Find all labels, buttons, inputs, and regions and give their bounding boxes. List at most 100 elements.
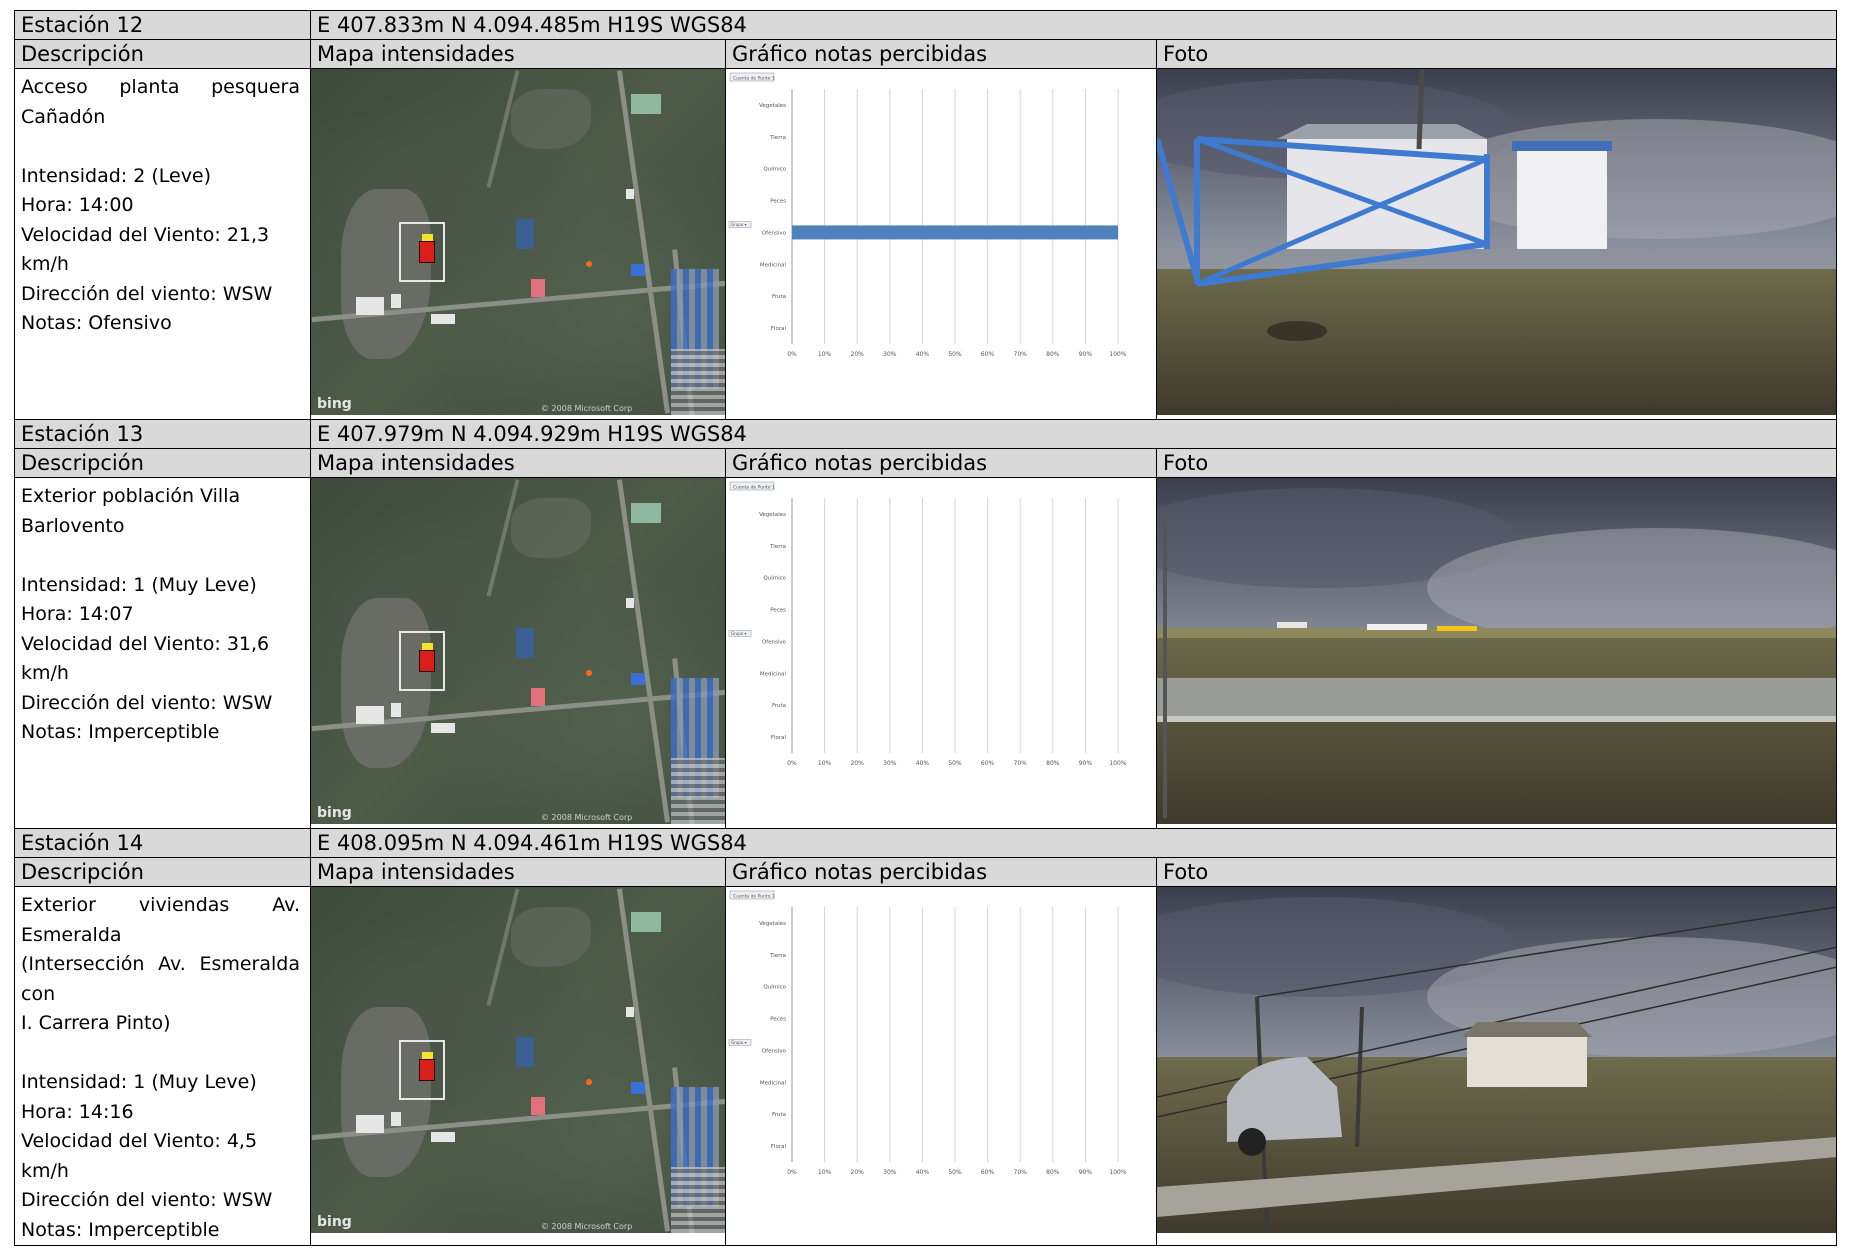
bing-logo: bing — [317, 396, 352, 412]
map-copyright: © 2008 Microsoft Corp — [541, 404, 633, 413]
x-tick-label: 30% — [883, 351, 897, 358]
x-tick-label: 20% — [851, 1169, 865, 1176]
category-label: Vegetales — [759, 103, 786, 109]
station-coordinates: E 407.833m N 4.094.485m H19S WGS84 — [310, 10, 1837, 40]
category-label: Ofensivo — [762, 230, 787, 236]
station-table: Estación 14 E 408.095m N 4.094.461m H19S… — [14, 828, 1837, 1246]
time-text: Hora: 14:16 — [21, 1100, 134, 1123]
category-label: Ofensivo — [762, 1048, 787, 1054]
description-line: Acceso planta pesquera Cañadón — [21, 76, 300, 128]
header-mapa: Mapa intensidades — [310, 39, 726, 69]
x-tick-label: 10% — [818, 351, 832, 358]
x-tick-label: 10% — [818, 760, 832, 767]
notes-text: Notas: Ofensivo — [21, 312, 172, 334]
x-tick-label: 100% — [1109, 351, 1126, 358]
chart-background — [726, 69, 1156, 415]
notes-text: Notas: Imperceptible — [21, 721, 220, 743]
header-foto: Foto — [1156, 857, 1837, 887]
satellite-map-image: bing © 2008 Microsoft Corp — [311, 887, 725, 1233]
notes-text: Notas: Imperceptible — [21, 1218, 220, 1241]
category-label: Ofensivo — [762, 639, 787, 645]
photo-cell — [1156, 68, 1837, 420]
category-label: Fruta — [772, 294, 786, 300]
map-cell: bing © 2008 Microsoft Corp — [310, 886, 726, 1246]
x-tick-label: 70% — [1014, 351, 1028, 358]
x-tick-label: 50% — [948, 351, 962, 358]
station-table: Estación 12 E 407.833m N 4.094.485m H19S… — [14, 10, 1837, 420]
category-label: Fruta — [772, 703, 786, 709]
wind-direction-text: Dirección del viento: WSW — [21, 282, 273, 305]
satellite-map-image: bing © 2008 Microsoft Corp — [311, 478, 725, 824]
category-label: Químico — [763, 166, 786, 173]
x-tick-label: 100% — [1109, 1169, 1126, 1176]
x-tick-label: 0% — [787, 760, 797, 767]
header-grafico: Gráfico notas percibidas — [725, 39, 1157, 69]
time-text: Hora: 14:00 — [21, 194, 134, 216]
x-tick-label: 70% — [1014, 1169, 1028, 1176]
bar — [792, 225, 1118, 240]
category-label: Peces — [770, 1017, 786, 1023]
satellite-map-image: bing © 2008 Microsoft Corp — [311, 69, 725, 415]
category-label: Tierra — [769, 135, 786, 141]
site-photo — [1157, 887, 1836, 1233]
photo-cell — [1156, 886, 1837, 1246]
category-label: Medicinal — [760, 671, 787, 677]
description-line: (Intersección Av. Esmeralda con — [21, 953, 300, 1005]
map-cell: bing © 2008 Microsoft Corp — [310, 68, 726, 420]
map-cell: bing © 2008 Microsoft Corp — [310, 477, 726, 829]
field-button-label: Cuenta de Punto 1 — [733, 76, 775, 82]
x-tick-label: 40% — [916, 760, 930, 767]
station-coordinates: E 407.979m N 4.094.929m H19S WGS84 — [310, 419, 1837, 449]
field-button-label: Cuenta de Punto 1 — [733, 485, 775, 491]
category-label: Medicinal — [760, 262, 787, 268]
x-tick-label: 80% — [1046, 760, 1060, 767]
station-title: Estación 14 — [14, 828, 311, 858]
description-line: Exterior población Villa — [21, 485, 241, 507]
header-descripcion: Descripción — [14, 448, 311, 478]
chart-cell: Cuenta de Punto 1 0% 10% 20% 30% 40% 50% 60% 70%… — [725, 477, 1157, 829]
category-label: Floral — [771, 326, 787, 332]
chart-svg: Cuenta de Punto 1 0% 10% 20% 30% 40% 50% 60% 70%… — [726, 478, 1156, 824]
filter-button-label: Grupo ▾ — [731, 222, 747, 227]
header-mapa: Mapa intensidades — [310, 857, 726, 887]
description-cell: Acceso planta pesquera Cañadón Intensida… — [14, 68, 311, 420]
x-tick-label: 20% — [851, 760, 865, 767]
x-tick-label: 10% — [818, 1169, 832, 1176]
category-label: Floral — [771, 735, 787, 741]
category-label: Fruta — [772, 1112, 786, 1118]
header-mapa: Mapa intensidades — [310, 448, 726, 478]
site-photo — [1157, 69, 1836, 415]
chart-svg: Cuenta de Punto 1 0% 10% 20% 30% 40% 50% 60% 70%… — [726, 69, 1156, 415]
category-label: Tierra — [769, 544, 786, 550]
description-line: Barlovento — [21, 514, 125, 537]
x-tick-label: 30% — [883, 1169, 897, 1176]
header-grafico: Gráfico notas percibidas — [725, 448, 1157, 478]
category-label: Floral — [771, 1144, 787, 1150]
photo-cell — [1156, 477, 1837, 829]
station-table: Estación 13 E 407.979m N 4.094.929m H19S… — [14, 419, 1837, 829]
x-tick-label: 90% — [1079, 1169, 1093, 1176]
x-tick-label: 40% — [916, 1169, 930, 1176]
x-tick-label: 90% — [1079, 351, 1093, 358]
category-label: Peces — [770, 199, 786, 205]
header-grafico: Gráfico notas percibidas — [725, 857, 1157, 887]
description-line: I. Carrera Pinto) — [21, 1012, 171, 1034]
wind-direction-text: Dirección del viento: WSW — [21, 691, 273, 714]
category-label: Químico — [763, 575, 786, 582]
field-button-label: Cuenta de Punto 1 — [733, 894, 775, 900]
description-cell: Exterior población Villa Barlovento Inten… — [14, 477, 311, 829]
x-tick-label: 80% — [1046, 1169, 1060, 1176]
category-label: Peces — [770, 608, 786, 614]
x-tick-label: 60% — [981, 760, 995, 767]
map-copyright: © 2008 Microsoft Corp — [541, 813, 633, 822]
stations-document: Estación 12 E 407.833m N 4.094.485m H19S… — [14, 10, 1837, 1246]
filter-button-label: Grupo ▾ — [731, 1040, 747, 1045]
category-label: Tierra — [769, 953, 786, 959]
x-tick-label: 20% — [851, 351, 865, 358]
header-foto: Foto — [1156, 448, 1837, 478]
chart-background — [726, 478, 1156, 824]
description-line: Exterior viviendas Av. Esmeralda — [21, 894, 300, 946]
category-label: Medicinal — [760, 1080, 787, 1086]
bing-logo: bing — [317, 1214, 352, 1230]
site-photo — [1157, 478, 1836, 824]
